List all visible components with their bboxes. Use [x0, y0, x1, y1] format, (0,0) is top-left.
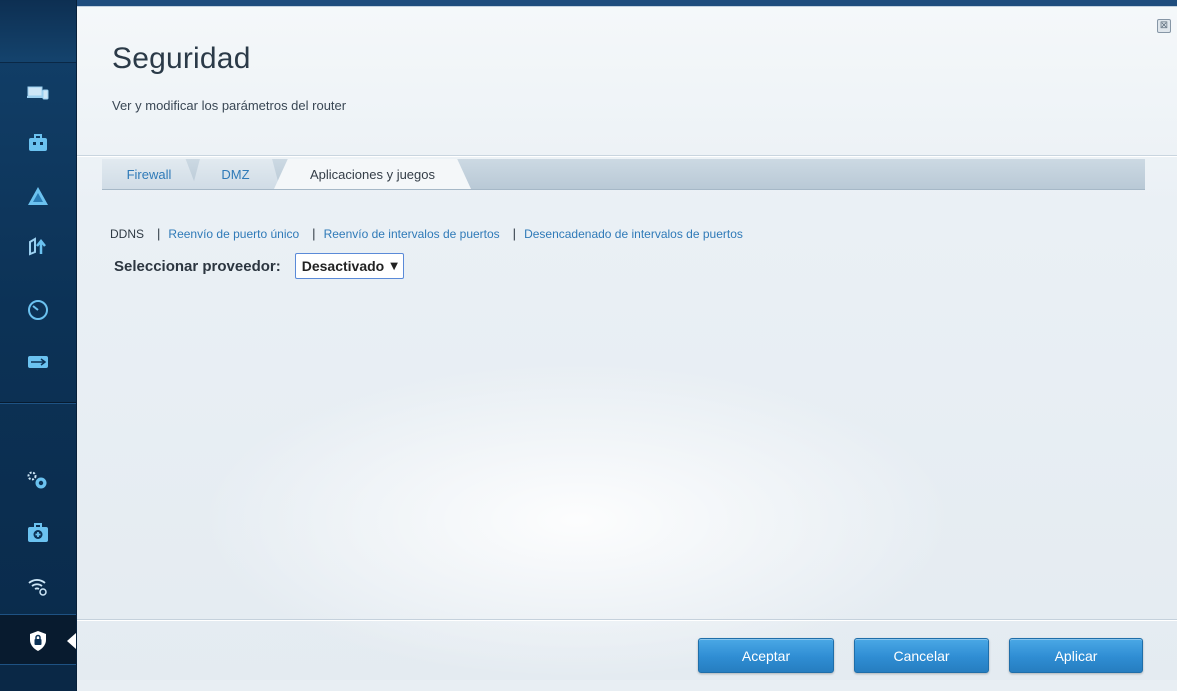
toolbox-icon — [28, 134, 48, 152]
sidebar-item-network-map[interactable] — [0, 170, 76, 222]
sidebar-item-connectivity[interactable] — [0, 455, 76, 507]
close-icon[interactable]: ⊠ — [1157, 19, 1171, 33]
sidebar-item-device-list[interactable] — [0, 67, 76, 119]
page-subtitle: Ver y modificar los parámetros del route… — [112, 98, 347, 113]
devices-icon — [27, 85, 49, 101]
bottom-strip — [77, 680, 1177, 691]
sidebar-item-troubleshooting[interactable] — [0, 507, 76, 559]
subnav-single-port-forwarding[interactable]: Reenvío de puerto único — [168, 227, 299, 241]
sidebar-item-update[interactable] — [0, 220, 76, 272]
network-map-icon — [27, 186, 49, 206]
sidebar-top-cap — [0, 0, 76, 63]
sidebar-divider — [0, 402, 76, 403]
cancel-button[interactable]: Cancelar — [854, 638, 989, 673]
security-shield-icon — [28, 630, 48, 652]
page-title: Seguridad — [112, 42, 251, 75]
tab-dmz[interactable]: DMZ — [192, 159, 280, 189]
sidebar — [0, 0, 77, 691]
provider-label: Seleccionar proveedor: — [114, 257, 281, 275]
active-pointer — [67, 633, 76, 649]
top-border — [77, 0, 1177, 7]
sub-navigation: DDNS | Reenvío de puerto único | Reenvío… — [110, 226, 743, 241]
subnav-separator: | — [512, 226, 517, 241]
provider-select[interactable]: Desactivado ▼ — [294, 253, 404, 279]
provider-row: Seleccionar proveedor: Desactivado ▼ — [114, 253, 404, 279]
sidebar-item-wireless[interactable] — [0, 560, 76, 612]
tab-apps-and-games[interactable]: Aplicaciones y juegos — [274, 159, 471, 189]
tab-bar: Firewall DMZ Aplicaciones y juegos — [102, 159, 1145, 190]
tab-firewall[interactable]: Firewall — [102, 159, 197, 189]
usb-icon — [27, 354, 49, 370]
footer-divider — [77, 619, 1177, 620]
header-divider — [77, 155, 1177, 156]
sidebar-bottom-strip — [0, 664, 76, 691]
accept-button[interactable]: Aceptar — [698, 638, 834, 673]
sidebar-item-speed-test[interactable] — [0, 284, 76, 336]
subnav-separator: | — [157, 226, 161, 241]
background-glow — [197, 360, 957, 680]
subnav-separator: | — [312, 226, 316, 241]
sidebar-item-tools[interactable] — [0, 117, 76, 169]
subnav-port-range-triggering[interactable]: Desencadenado de intervalos de puertos — [524, 227, 743, 241]
apply-button[interactable]: Aplicar — [1009, 638, 1143, 673]
first-aid-icon — [27, 523, 49, 543]
subnav-port-range-forwarding[interactable]: Reenvío de intervalos de puertos — [324, 227, 500, 241]
wifi-settings-icon — [26, 575, 50, 597]
sidebar-item-security[interactable] — [0, 614, 76, 667]
sidebar-item-usb[interactable] — [0, 336, 76, 388]
speed-gauge-icon — [27, 299, 49, 321]
upload-icon — [27, 236, 49, 256]
subnav-ddns[interactable]: DDNS — [110, 227, 144, 241]
gear-settings-icon — [26, 470, 50, 492]
chevron-down-icon: ▼ — [390, 260, 398, 272]
router-admin-window: ⊠ Seguridad Ver y modificar los parámetr… — [0, 0, 1177, 691]
provider-selected-value: Desactivado — [301, 258, 385, 274]
main-panel: ⊠ Seguridad Ver y modificar los parámetr… — [77, 0, 1177, 691]
